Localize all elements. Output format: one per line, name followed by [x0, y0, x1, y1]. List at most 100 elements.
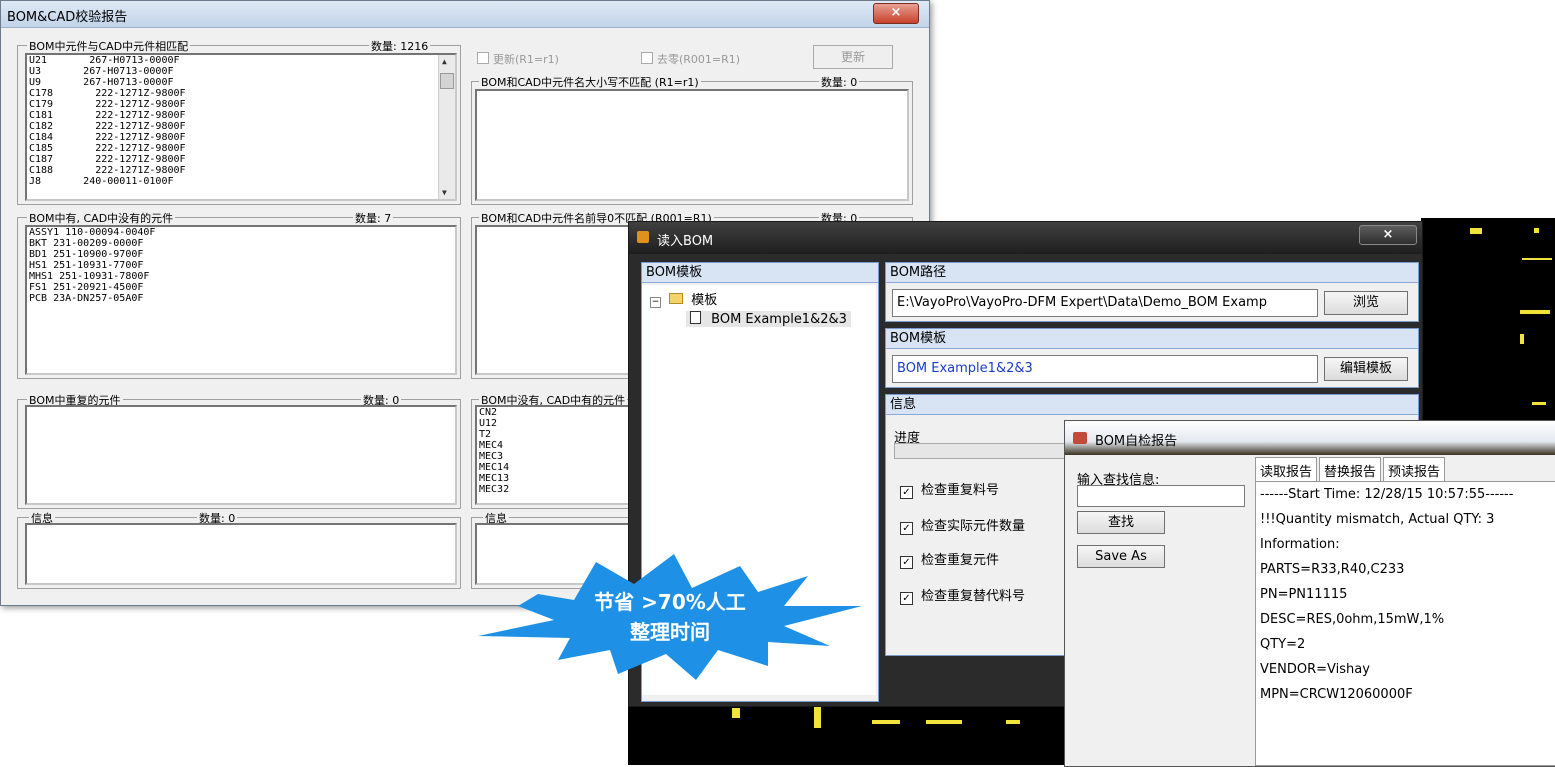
pcb-pad	[1522, 258, 1552, 260]
tree-item-label: BOM Example1&2&3	[711, 312, 847, 327]
list-item[interactable]: PARTS=R33,R40,C233	[1256, 557, 1555, 582]
document-icon	[690, 311, 701, 324]
list-item[interactable]: C184 222-1271Z-9800F	[27, 132, 455, 143]
matched-scrollbar[interactable]: ▲ ▼	[438, 55, 455, 199]
update-checkbox[interactable]: 更新(R1=r1)	[477, 51, 559, 67]
check-dup-alt-pn[interactable]: ✓ 检查重复替代料号	[900, 585, 1025, 605]
list-item[interactable]: PN=PN11115	[1256, 582, 1555, 607]
pcb-background-bottom	[628, 700, 1064, 765]
list-item[interactable]: U21 267-H0713-0000F	[27, 55, 455, 66]
list-item[interactable]: C185 222-1271Z-9800F	[27, 143, 455, 154]
callout-line1: 节省 >70%人工	[594, 590, 746, 614]
update-button[interactable]: 更新	[813, 45, 893, 69]
list-item[interactable]: C181 222-1271Z-9800F	[27, 110, 455, 121]
tree-root[interactable]: − 模板	[650, 289, 717, 308]
report-text-area[interactable]: ------Start Time: 12/28/15 10:57:55-----…	[1255, 481, 1555, 766]
browse-button[interactable]: 浏览	[1324, 291, 1408, 315]
close-button[interactable]: ×	[873, 3, 919, 24]
tab-read-report[interactable]: 读取报告	[1255, 457, 1318, 483]
pcb-pad	[1534, 228, 1539, 233]
update-checkbox-label: 更新(R1=r1)	[493, 53, 559, 66]
save-as-button[interactable]: Save As	[1077, 545, 1165, 568]
path-panel: BOM路径 E:\VayoPro\VayoPro-DFM Expert\Data…	[885, 262, 1419, 322]
list-item[interactable]: ASSY1 110-00094-0040F	[27, 227, 455, 238]
list-item[interactable]: U3 267-H0713-0000F	[27, 66, 455, 77]
path-header: BOM路径	[886, 263, 1418, 283]
tree-item-template[interactable]: BOM Example1&2&3	[686, 311, 851, 327]
case-mismatch-label: BOM和CAD中元件名大小写不匹配 (R1=r1)	[479, 74, 701, 90]
bom-selfcheck-window: BOM自检报告 输入查找信息: 查找 Save As 读取报告 替换报告 预读报…	[1064, 420, 1555, 767]
pcb-background-right	[1421, 218, 1555, 422]
list-item[interactable]: FS1 251-20921-4500F	[27, 282, 455, 293]
checkmark-icon: ✓	[900, 522, 913, 535]
scroll-up-icon[interactable]: ▲	[442, 57, 447, 66]
check-dup-part[interactable]: ✓ 检查重复元件	[900, 549, 999, 569]
close-button[interactable]: ×	[1359, 225, 1417, 245]
list-item[interactable]: C179 222-1271Z-9800F	[27, 99, 455, 110]
check-actual-qty[interactable]: ✓ 检查实际元件数量	[900, 515, 1025, 535]
pcb-pad	[1520, 310, 1550, 314]
tpl-header: BOM模板	[886, 329, 1418, 349]
app-icon	[1073, 432, 1087, 444]
check-label: 检查重复替代料号	[921, 589, 1026, 604]
zero-checkbox[interactable]: 去零(R001=R1)	[641, 51, 740, 67]
window-title: 读入BOM	[657, 234, 714, 249]
list-item[interactable]: MPN=CRCW12060000F	[1256, 682, 1555, 707]
title-bar: 读入BOM ×	[629, 222, 1422, 254]
info-left-box[interactable]	[25, 523, 457, 585]
tpl-field[interactable]: BOM Example1&2&3	[892, 355, 1318, 383]
list-item[interactable]: DESC=RES,0ohm,15mW,1%	[1256, 607, 1555, 632]
window-title: BOM自检报告	[1095, 434, 1178, 449]
zero-checkbox-label: 去零(R001=R1)	[657, 53, 741, 66]
list-item[interactable]: C182 222-1271Z-9800F	[27, 121, 455, 132]
report-tabs: 读取报告 替换报告 预读报告	[1255, 457, 1447, 483]
list-item[interactable]: PCB 23A-DN257-05A0F	[27, 293, 455, 304]
title-bar: BOM&CAD校验报告 ×	[1, 1, 929, 28]
checkmark-icon: ✓	[900, 486, 913, 499]
list-item[interactable]: U9 267-H0713-0000F	[27, 77, 455, 88]
progress-bar	[894, 443, 1066, 459]
pcb-pad	[1006, 720, 1020, 724]
tab-replace-report[interactable]: 替换报告	[1319, 457, 1382, 483]
edit-template-button[interactable]: 编辑模板	[1324, 357, 1408, 381]
list-item[interactable]: VENDOR=Vishay	[1256, 657, 1555, 682]
list-item[interactable]: BKT 231-00209-0000F	[27, 238, 455, 249]
list-item[interactable]: !!!Quantity mismatch, Actual QTY: 3	[1256, 507, 1555, 532]
pcb-pad	[1520, 334, 1524, 344]
list-item[interactable]: MHS1 251-10931-7800F	[27, 271, 455, 282]
collapse-icon[interactable]: −	[650, 297, 661, 308]
matched-list[interactable]: U21 267-H0713-0000F U3 267-H0713-0000F U9 …	[25, 53, 457, 201]
list-item[interactable]: C178 222-1271Z-9800F	[27, 88, 455, 99]
check-label: 检查实际元件数量	[921, 519, 1026, 534]
find-button[interactable]: 查找	[1077, 511, 1165, 534]
list-item[interactable]: Information:	[1256, 532, 1555, 557]
list-item[interactable]: ------Start Time: 12/28/15 10:57:55-----…	[1256, 482, 1555, 507]
callout-burst: 节省 >70%人工 整理时间	[478, 554, 862, 682]
list-item[interactable]: QTY=2	[1256, 632, 1555, 657]
list-item[interactable]: BD1 251-10900-9700F	[27, 249, 455, 260]
pcb-pad	[872, 720, 900, 724]
case-mismatch-list[interactable]	[475, 89, 909, 201]
check-dup-pn[interactable]: ✓ 检查重复料号	[900, 479, 999, 499]
list-item[interactable]: J8 240-00011-0100F	[27, 176, 455, 187]
callout-line2: 整理时间	[630, 620, 710, 644]
pcb-pad	[732, 708, 740, 718]
pcb-pad	[814, 706, 821, 728]
tab-preread-report[interactable]: 预读报告	[1383, 457, 1446, 483]
list-item[interactable]: HS1 251-10931-7700F	[27, 260, 455, 271]
bom-only-count: 数量: 7	[353, 210, 394, 226]
bom-only-label: BOM中有, CAD中没有的元件	[27, 210, 176, 226]
app-icon	[637, 231, 649, 243]
scroll-thumb[interactable]	[440, 73, 454, 89]
check-label: 检查重复元件	[921, 553, 1000, 568]
title-bar: BOM自检报告	[1065, 421, 1555, 455]
bom-only-list[interactable]: ASSY1 110-00094-0040F BKT 231-00209-0000F…	[25, 225, 457, 375]
search-input[interactable]	[1077, 485, 1245, 507]
matched-label: BOM中元件与CAD中元件相匹配	[27, 38, 191, 54]
scroll-down-icon[interactable]: ▼	[442, 188, 447, 197]
dup-list[interactable]	[25, 405, 457, 505]
check-label: 检查重复料号	[921, 483, 1000, 498]
list-item[interactable]: C187 222-1271Z-9800F	[27, 154, 455, 165]
path-field[interactable]: E:\VayoPro\VayoPro-DFM Expert\Data\Demo_…	[892, 289, 1318, 317]
list-item[interactable]: C188 222-1271Z-9800F	[27, 165, 455, 176]
